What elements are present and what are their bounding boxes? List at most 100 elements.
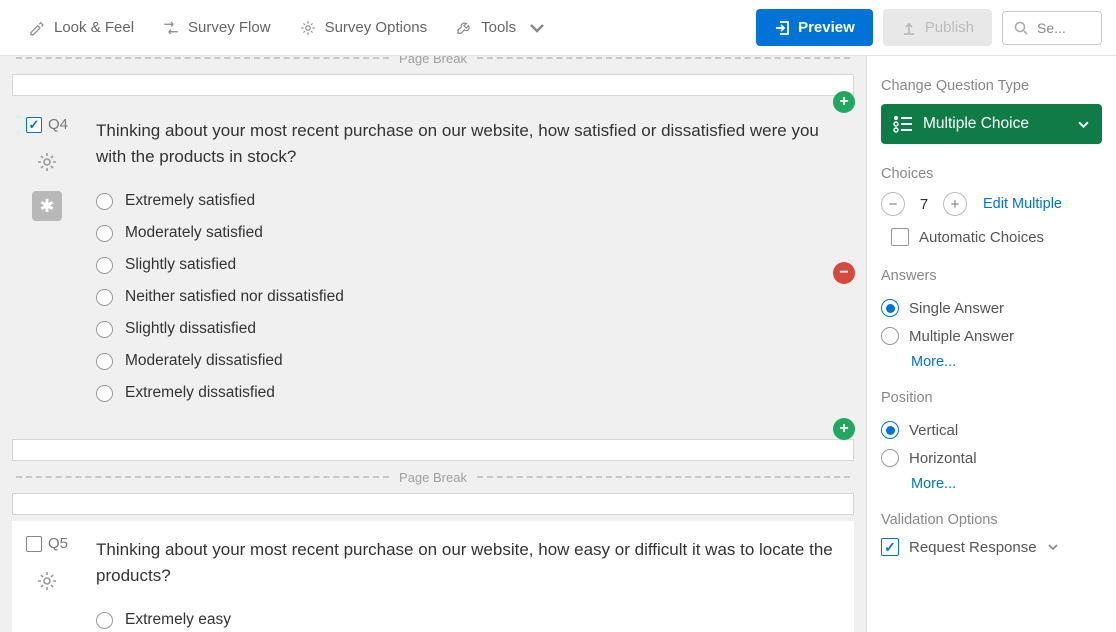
question-q5[interactable]: Q5 Thinking about your most recent purch… (12, 521, 854, 632)
preview-label: Preview (798, 19, 855, 36)
question-checkbox[interactable] (26, 536, 42, 552)
choices-increment-button[interactable]: + (943, 192, 967, 216)
change-type-heading: Change Question Type (881, 78, 1102, 94)
upload-icon (901, 20, 917, 36)
chevron-down-icon (528, 19, 546, 37)
choices-count: 7 (915, 196, 933, 213)
choices-heading: Choices (881, 166, 1102, 182)
choice-row[interactable]: Extremely dissatisfied (96, 377, 834, 409)
choice-label: Extremely easy (125, 611, 231, 629)
publish-button[interactable]: Publish (883, 9, 992, 46)
position-horizontal-option[interactable]: Horizontal (881, 444, 1102, 472)
question-text[interactable]: Thinking about your most recent purchase… (96, 118, 834, 169)
tools-button[interactable]: Tools (441, 13, 560, 43)
preview-button[interactable]: Preview (756, 9, 873, 46)
page-break-label: Page Break (395, 56, 471, 66)
question-body: Thinking about your most recent purchase… (82, 521, 854, 632)
question-settings-button[interactable] (32, 566, 62, 596)
question-id-label: Q5 (48, 535, 68, 552)
page-break-label: Page Break (395, 470, 471, 485)
page-break-top: Page Break (10, 56, 856, 68)
choice-row[interactable]: Slightly satisfied (96, 249, 834, 281)
tools-label: Tools (481, 19, 516, 36)
gear-icon (35, 150, 59, 174)
answers-heading: Answers (881, 268, 1102, 284)
radio-icon (881, 327, 899, 345)
flow-icon (162, 19, 180, 37)
request-response-label: Request Response (909, 539, 1037, 556)
question-q4[interactable]: + − + Q4 ✱ Thinking about your most rece… (12, 102, 854, 429)
add-question-below-button[interactable]: + (833, 418, 855, 440)
radio-icon (881, 421, 899, 439)
automatic-choices-checkbox[interactable] (891, 228, 909, 246)
choice-label: Extremely satisfied (125, 192, 255, 210)
position-vertical-label: Vertical (909, 422, 958, 439)
paintbrush-icon (28, 19, 46, 37)
answers-multiple-label: Multiple Answer (909, 328, 1014, 345)
radio-icon (96, 193, 113, 210)
radio-icon (96, 612, 113, 629)
choices-decrement-button[interactable]: − (881, 192, 905, 216)
question-required-badge[interactable]: ✱ (32, 191, 62, 221)
question-id-label: Q4 (48, 116, 68, 133)
question-type-select[interactable]: Multiple Choice (881, 104, 1102, 144)
look-feel-label: Look & Feel (54, 19, 134, 36)
survey-options-label: Survey Options (325, 19, 428, 36)
position-horizontal-label: Horizontal (909, 450, 977, 467)
choices-stepper: − 7 + Edit Multiple (881, 192, 1102, 216)
survey-flow-button[interactable]: Survey Flow (148, 13, 285, 43)
top-toolbar: Look & Feel Survey Flow Survey Options T… (0, 0, 1116, 56)
gear-icon (35, 569, 59, 593)
validation-heading: Validation Options (881, 512, 1102, 528)
radio-icon (881, 449, 899, 467)
position-heading: Position (881, 390, 1102, 406)
choice-row[interactable]: Moderately satisfied (96, 217, 834, 249)
canvas-area: Page Break + − + Q4 ✱ Thinking about you… (0, 56, 866, 632)
choice-row[interactable]: Slightly dissatisfied (96, 313, 834, 345)
answers-single-option[interactable]: Single Answer (881, 294, 1102, 322)
question-checkbox[interactable] (26, 117, 42, 133)
choice-row[interactable]: Neither satisfied nor dissatisfied (96, 281, 834, 313)
add-question-above-button[interactable]: + (833, 91, 855, 113)
choice-label: Neither satisfied nor dissatisfied (125, 288, 344, 306)
gear-icon (299, 19, 317, 37)
answers-multiple-option[interactable]: Multiple Answer (881, 322, 1102, 350)
request-response-row[interactable]: Request Response (881, 538, 1102, 556)
delete-question-button[interactable]: − (833, 262, 855, 284)
question-selector[interactable]: Q4 (26, 116, 68, 133)
question-selector[interactable]: Q5 (26, 535, 68, 552)
answers-single-label: Single Answer (909, 300, 1004, 317)
choice-row[interactable]: Moderately dissatisfied (96, 345, 834, 377)
choice-label: Slightly satisfied (125, 256, 236, 274)
publish-label: Publish (925, 19, 974, 36)
question-text[interactable]: Thinking about your most recent purchase… (96, 537, 834, 588)
wrench-icon (455, 19, 473, 37)
edit-multiple-link[interactable]: Edit Multiple (983, 196, 1062, 212)
choice-label: Extremely dissatisfied (125, 384, 275, 402)
block-spacer-mid1 (12, 439, 854, 461)
choice-label: Slightly dissatisfied (125, 320, 256, 338)
search-input[interactable]: Se... (1002, 11, 1102, 45)
radio-icon (96, 385, 113, 402)
question-left-rail: Q5 (12, 521, 82, 632)
request-response-checkbox[interactable] (881, 538, 899, 556)
radio-icon (96, 353, 113, 370)
export-icon (774, 20, 790, 36)
survey-options-button[interactable]: Survey Options (285, 13, 442, 43)
search-icon (1013, 20, 1029, 36)
question-settings-button[interactable] (32, 147, 62, 177)
multiple-choice-icon (893, 115, 913, 133)
question-settings-sidebar: Change Question Type Multiple Choice Cho… (866, 56, 1116, 632)
position-more-link[interactable]: More... (911, 476, 956, 492)
survey-flow-label: Survey Flow (188, 19, 271, 36)
question-left-rail: Q4 ✱ (12, 102, 82, 429)
radio-icon (96, 225, 113, 242)
automatic-choices-label: Automatic Choices (919, 229, 1044, 246)
choice-row[interactable]: Extremely satisfied (96, 185, 834, 217)
automatic-choices-row[interactable]: Automatic Choices (891, 228, 1102, 246)
answers-more-link[interactable]: More... (911, 354, 956, 370)
choice-row[interactable]: Extremely easy (96, 604, 834, 632)
question-type-label: Multiple Choice (923, 115, 1067, 133)
look-feel-button[interactable]: Look & Feel (14, 13, 148, 43)
position-vertical-option[interactable]: Vertical (881, 416, 1102, 444)
